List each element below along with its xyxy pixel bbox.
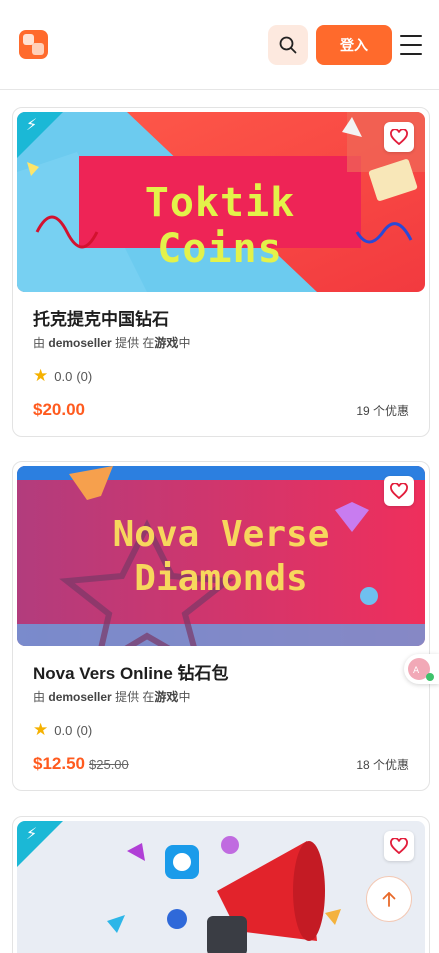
login-button[interactable]: 登入 (316, 25, 392, 65)
heart-icon (390, 483, 408, 499)
rating: ★ 0.0 (0) (33, 366, 93, 385)
search-icon (279, 36, 297, 54)
favorite-button[interactable] (384, 476, 414, 506)
heart-icon (390, 838, 408, 854)
star-icon: ★ (33, 366, 49, 385)
product-card[interactable]: Toktik Coins ⚡︎ 托克提克中国钻石 由 demoseller 提供… (12, 107, 430, 437)
translate-button[interactable]: A (404, 654, 439, 684)
product-banner-image[interactable]: Toktik Coins ⚡︎ (17, 112, 425, 292)
product-card[interactable]: ⚡︎ (12, 816, 430, 953)
category-link[interactable]: 游戏 (154, 336, 178, 350)
arrow-up-icon (382, 892, 396, 907)
product-title[interactable]: 托克提克中国钻石 (33, 305, 169, 330)
product-banner-image[interactable]: ⚡︎ (17, 821, 425, 953)
price: $12.50 $25.00 (33, 754, 129, 773)
star-icon: ★ (33, 720, 49, 739)
seller-link[interactable]: demoseller (48, 690, 111, 704)
product-title[interactable]: Nova Vers Online 钻石包 (33, 659, 229, 684)
offers-count[interactable]: 18 个优惠 (356, 756, 409, 773)
scroll-to-top-button[interactable] (366, 876, 412, 922)
offers-count[interactable]: 19 个优惠 (356, 402, 409, 419)
banner-title-line2: Diamonds (134, 558, 308, 599)
search-button[interactable] (268, 25, 308, 65)
instant-delivery-badge (17, 112, 63, 158)
lightning-icon: ⚡︎ (26, 117, 38, 134)
svg-text:A: A (413, 666, 420, 676)
seller-link[interactable]: demoseller (48, 336, 111, 350)
seller-info: 由 demoseller 提供 在游戏中 (33, 690, 191, 704)
translate-icon: A (408, 658, 434, 681)
price: $20.00 (33, 400, 85, 419)
heart-icon (390, 129, 408, 145)
hamburger-menu-icon[interactable] (398, 33, 424, 57)
banner-title: Toktik Coins (144, 180, 296, 272)
product-card[interactable]: Nova Verse Diamonds Nova Vers Online 钻石包… (12, 461, 430, 791)
favorite-button[interactable] (384, 122, 414, 152)
logo-icon[interactable] (19, 30, 48, 59)
instant-delivery-badge (17, 821, 63, 867)
favorite-button[interactable] (384, 831, 414, 861)
banner-title-line1: Nova Verse (112, 514, 330, 555)
rating: ★ 0.0 (0) (33, 720, 93, 739)
lightning-icon: ⚡︎ (26, 826, 38, 843)
original-price: $25.00 (89, 757, 129, 772)
product-banner-image[interactable]: Nova Verse Diamonds (17, 466, 425, 646)
top-header: 登入 (0, 0, 439, 90)
seller-info: 由 demoseller 提供 在游戏中 (33, 336, 191, 350)
category-link[interactable]: 游戏 (154, 690, 178, 704)
